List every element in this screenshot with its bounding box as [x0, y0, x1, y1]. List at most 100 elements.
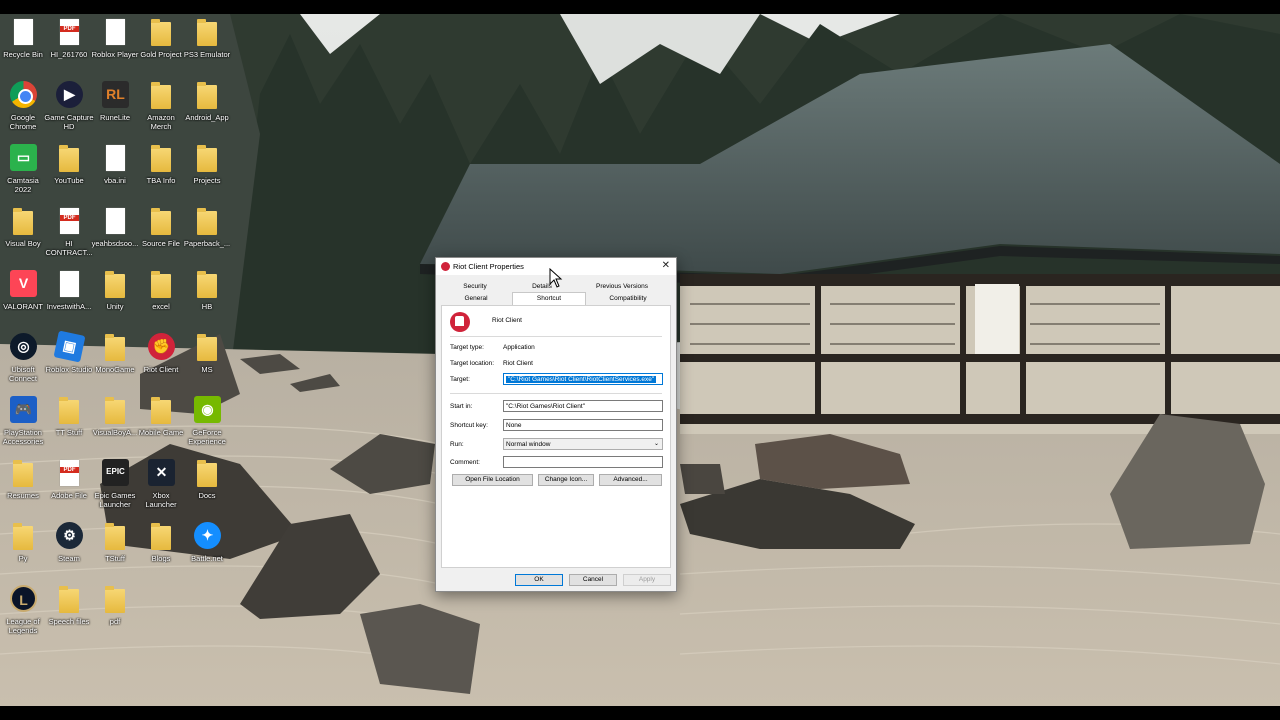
desktop-icon-visualboya[interactable]: VisualBoyA... [92, 396, 138, 458]
run-label: Run: [450, 441, 464, 448]
tab-security[interactable]: Security [450, 282, 500, 292]
desktop-icon-label: Visual Boy [5, 239, 41, 248]
desktop-icon-visual-boy[interactable]: Visual Boy [0, 207, 46, 269]
shortcut-key-input[interactable]: None [503, 419, 663, 431]
folder-icon [191, 81, 223, 111]
desktop-icon-blogs[interactable]: Blogs [138, 522, 184, 584]
desktop-icon-label: vba.ini [104, 176, 126, 185]
start-in-label: Start in: [450, 403, 473, 410]
folder-icon [99, 396, 131, 426]
desktop-icon-youtube[interactable]: YouTube [46, 144, 92, 206]
close-icon[interactable]: ✕ [662, 260, 670, 271]
desktop-icon-gold-project[interactable]: Gold Project [138, 18, 184, 80]
desktop-icon-ubisoft-connect[interactable]: ◎ Ubisoft Connect [0, 333, 46, 395]
desktop-icon-resumes[interactable]: Resumes [0, 459, 46, 521]
tab-previous-versions[interactable]: Previous Versions [586, 282, 658, 292]
target-label: Target: [450, 376, 470, 383]
desktop-icon-label: HI_261760 [50, 50, 88, 59]
desktop-icon-hb[interactable]: HB [184, 270, 230, 332]
desktop-icon-adobe-file[interactable]: PDF Adobe File [46, 459, 92, 521]
desktop-icon-label: HB [201, 302, 213, 311]
desktop-icon-google-chrome[interactable]: Google Chrome [0, 81, 46, 143]
comment-input[interactable] [503, 456, 663, 468]
desktop-icon-label: Camtasia 2022 [7, 176, 39, 194]
desktop-icon-docs[interactable]: Docs [184, 459, 230, 521]
desktop-icon-label: Source File [142, 239, 180, 248]
doc-icon [99, 18, 131, 48]
roblox-icon: ▣ [53, 330, 86, 363]
desktop-icon-steam[interactable]: ⚙ Steam [46, 522, 92, 584]
folder-icon [99, 522, 131, 552]
target-type-value: Application [503, 344, 535, 351]
desktop-icon-geforce-experience[interactable]: ◉ GeForce Experience [184, 396, 230, 458]
change-icon-button[interactable]: Change Icon... [538, 474, 594, 486]
desktop-icon-xbox-launcher[interactable]: ✕ Xbox Launcher [138, 459, 184, 521]
desktop-icon-tt-stuff[interactable]: TT Stuff [46, 396, 92, 458]
desktop-icon-roblox-studio[interactable]: ▣ Roblox Studio [46, 330, 92, 395]
folder-icon [191, 333, 223, 363]
target-input[interactable]: "C:\Riot Games\Riot Client\RiotClientSer… [503, 373, 663, 385]
riot-icon: ✊ [145, 333, 177, 363]
desktop-icon-camtasia-2022[interactable]: ▭ Camtasia 2022 [0, 144, 46, 206]
desktop-icon-label: Riot Client [143, 365, 179, 374]
folder-icon [145, 18, 177, 48]
desktop-icon-ps3-emulator[interactable]: PS3 Emulator [184, 18, 230, 80]
start-in-input[interactable]: "C:\Riot Games\Riot Client" [503, 400, 663, 412]
desktop-icon-hi-contract[interactable]: PDF HI CONTRACT... [45, 207, 93, 269]
desktop-icon-source-file[interactable]: Source File [138, 207, 184, 269]
desktop-icon-label: YouTube [54, 176, 84, 185]
desktop-icon-game-capture-hd[interactable]: ▶ Game Capture HD [44, 81, 94, 143]
separator [450, 393, 662, 394]
folder-icon [53, 585, 85, 615]
open-file-location-button[interactable]: Open File Location [452, 474, 533, 486]
desktop-icon-monogame[interactable]: MonoGame [92, 333, 138, 395]
folder-icon [145, 270, 177, 300]
desktop-icon-roblox-player[interactable]: Roblox Player [92, 18, 138, 80]
desktop-icon-tba-info[interactable]: TBA Info [138, 144, 184, 206]
desktop-icon-android-app[interactable]: Android_App [184, 81, 230, 143]
desktop-icon-yeahbsdsoo[interactable]: yeahbsdsoo... [92, 207, 138, 269]
camtasia-icon: ▭ [7, 144, 39, 174]
desktop-icon-ms[interactable]: MS [184, 333, 230, 395]
desktop-icon-riot-client[interactable]: ✊ Riot Client [138, 333, 184, 395]
desktop-icon-hi-261760[interactable]: PDF HI_261760 [46, 18, 92, 80]
desktop-icon-unity[interactable]: Unity [92, 270, 138, 332]
desktop-icon-runelite[interactable]: RL RuneLite [92, 81, 138, 143]
desktop-icon-excel[interactable]: excel [138, 270, 184, 332]
tab-general[interactable]: General [450, 294, 502, 304]
desktop-icon-vba-ini[interactable]: vba.ini [92, 144, 138, 206]
desktop-icon-investwitha[interactable]: InvestwithA... [46, 270, 92, 332]
desktop-icon-epic-games-launcher[interactable]: EPIC Epic Games Launcher [92, 459, 138, 521]
mouse-cursor-icon [549, 268, 563, 288]
desktop-icon-label: PS3 Emulator [183, 50, 231, 59]
run-select[interactable]: Normal window ⌄ [503, 438, 663, 450]
desktop-icon-label: TStuff [105, 554, 125, 563]
desktop-icon-projects[interactable]: Projects [184, 144, 230, 206]
desktop-icon-label: TBA Info [146, 176, 176, 185]
desktop-icon-label: Paperback_... [183, 239, 231, 248]
desktop-icon-pdf[interactable]: pdf [92, 585, 138, 647]
desktop-icon-speech-files[interactable]: Speech files [46, 585, 92, 647]
desktop-icon-tstuff[interactable]: TStuff [92, 522, 138, 584]
tab-shortcut[interactable]: Shortcut [512, 292, 586, 306]
desktop-icon-playstation-accessories[interactable]: 🎮 PlayStation Accessories [0, 396, 46, 458]
desktop-icon-league-of-legends[interactable]: L League of Legends [0, 585, 46, 647]
desktop-icon-battle-net[interactable]: ✦ Battle.net [184, 522, 230, 584]
apply-button[interactable]: Apply [623, 574, 671, 586]
target-location-label: Target location: [450, 360, 495, 367]
league-icon: L [7, 585, 39, 615]
riot-client-icon [441, 262, 450, 271]
ok-button[interactable]: OK [515, 574, 563, 586]
desktop-icon-mobile-game[interactable]: Mobile Game [138, 396, 184, 458]
tab-compatibility[interactable]: Compatibility [596, 294, 660, 304]
advanced-button[interactable]: Advanced... [599, 474, 662, 486]
ubisoft-icon: ◎ [7, 333, 39, 363]
chrome-icon [7, 81, 39, 111]
desktop-icon-paperback[interactable]: Paperback_... [184, 207, 230, 269]
desktop-icon-label: Google Chrome [9, 113, 37, 131]
desktop-icon-recycle-bin[interactable]: Recycle Bin [0, 18, 46, 80]
desktop-icon-valorant[interactable]: V VALORANT [0, 270, 46, 332]
cancel-button[interactable]: Cancel [569, 574, 617, 586]
desktop-icon-amazon-merch[interactable]: Amazon Merch [138, 81, 184, 143]
desktop-icon-py[interactable]: Py [0, 522, 46, 584]
